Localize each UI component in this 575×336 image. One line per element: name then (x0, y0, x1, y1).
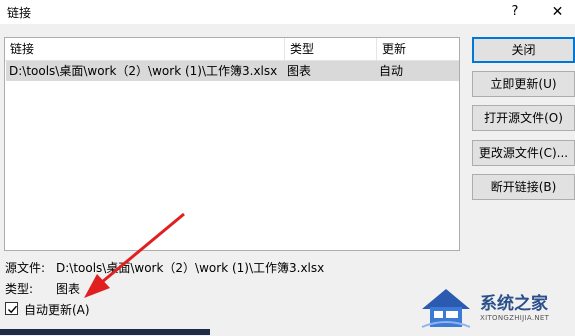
watermark-text: 系统之家 (480, 294, 548, 314)
taskbar-strip (0, 329, 210, 335)
watermark-subtext: XITONGZHIJIA.NET (480, 314, 550, 322)
house-logo-icon (421, 289, 471, 328)
watermark: 系统之家 XITONGZHIJIA.NET (418, 283, 575, 335)
